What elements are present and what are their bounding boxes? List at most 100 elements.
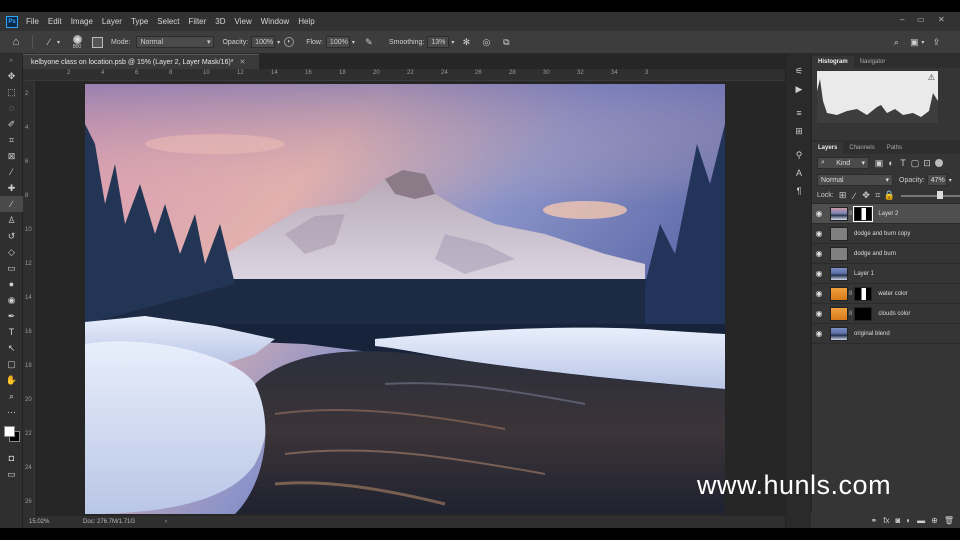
chevron-right-icon[interactable]: › [165, 519, 167, 525]
trash-icon[interactable]: 🗑 [944, 516, 954, 525]
gradient-tool-icon[interactable]: ▭ [0, 260, 23, 276]
minimize-button[interactable]: – [900, 15, 904, 24]
zoom-tool-icon[interactable]: ⌕ [0, 388, 23, 404]
layer-mask-thumbnail[interactable] [854, 306, 873, 321]
flow-input[interactable]: 100% [325, 36, 350, 48]
collapse-toolbar-icon[interactable]: » [0, 54, 22, 68]
menu-image[interactable]: Image [71, 17, 93, 26]
eye-icon[interactable]: ◉ [812, 269, 826, 278]
share-icon[interactable]: ⇪ [930, 36, 942, 48]
filter-smart-icon[interactable]: ⊡ [921, 157, 933, 169]
filter-pixel-icon[interactable]: ▣ [873, 157, 885, 169]
eraser-tool-icon[interactable]: ◇ [0, 244, 23, 260]
brush-panel-icon[interactable]: ⚲ [786, 146, 812, 164]
menu-window[interactable]: Window [261, 17, 289, 26]
paragraph-panel-icon[interactable]: ¶ [786, 182, 812, 200]
chevron-down-icon[interactable]: ▾ [451, 39, 454, 46]
fill-slider-handle[interactable] [937, 190, 944, 199]
more-tools-icon[interactable]: ⋯ [0, 404, 23, 420]
properties-panel-icon[interactable]: ⊞ [786, 122, 812, 140]
eye-icon[interactable]: ◉ [812, 249, 826, 258]
smoothing-input[interactable]: 13% [427, 36, 450, 48]
mode-dropdown[interactable]: Normal ▾ [136, 36, 215, 48]
lock-artboard-icon[interactable]: ⌗ [872, 190, 884, 202]
dodge-tool-icon[interactable]: ◉ [0, 292, 23, 308]
hand-tool-icon[interactable]: ✋ [0, 372, 23, 388]
tab-histogram[interactable]: Histogram [812, 56, 854, 68]
layer-row[interactable]: ◉ 8 clouds color [812, 304, 960, 324]
new-layer-icon[interactable]: ⊕ [931, 516, 938, 525]
crop-tool-icon[interactable]: ⌗ [0, 132, 23, 148]
canvas-image[interactable] [85, 84, 725, 514]
airbrush-icon[interactable]: ✎ [363, 36, 375, 48]
brush-preset-icon[interactable]: ∕ [43, 36, 55, 48]
history-brush-tool-icon[interactable]: ↺ [0, 228, 23, 244]
layer-thumbnail[interactable] [830, 266, 848, 281]
mask-link-icon[interactable]: 8 [849, 311, 852, 317]
layer-row[interactable]: ◉ dodge and burn copy [812, 224, 960, 244]
chevron-down-icon[interactable]: ▾ [949, 177, 952, 184]
quick-select-tool-icon[interactable]: ✐ [0, 116, 23, 132]
layer-row[interactable]: ◉ 8 Layer 2 [812, 204, 960, 224]
lasso-tool-icon[interactable]: ◌ [0, 100, 23, 116]
layer-mask-thumbnail[interactable] [854, 286, 873, 301]
layer-opacity-input[interactable]: 47% [926, 174, 947, 186]
eye-icon[interactable]: ◉ [812, 229, 826, 238]
color-swatches[interactable] [0, 420, 22, 450]
brush-size-picker[interactable]: 800 [70, 34, 84, 50]
layer-thumbnail[interactable] [830, 226, 848, 241]
foreground-color[interactable] [4, 426, 15, 437]
close-tab-icon[interactable]: ✕ [239, 58, 245, 66]
pressure-opacity-icon[interactable]: ◐ [284, 37, 295, 47]
layer-row[interactable]: ◉ original blend [812, 324, 960, 344]
warning-icon[interactable]: ⚠ [928, 73, 935, 82]
filter-kind-dropdown[interactable]: ⌕ Kind ▾ [817, 157, 869, 169]
blur-tool-icon[interactable]: ● [0, 276, 23, 292]
brush-settings-icon[interactable] [92, 36, 104, 48]
eyedropper-tool-icon[interactable]: ⁄ [0, 164, 23, 180]
fx-icon[interactable]: fx [883, 516, 889, 525]
zoom-level[interactable]: 15.02% [29, 519, 73, 525]
filter-shape-icon[interactable]: ▢ [909, 157, 921, 169]
home-icon[interactable]: ⌂ [10, 36, 22, 48]
menu-filter[interactable]: Filter [189, 17, 207, 26]
blend-mode-dropdown[interactable]: Normal ▾ [817, 174, 893, 186]
layer-row[interactable]: ◉ 8 water color [812, 284, 960, 304]
eye-icon[interactable]: ◉ [812, 329, 826, 338]
filter-adjustment-icon[interactable]: ◐ [885, 157, 897, 169]
search-icon[interactable]: ⌕ [890, 36, 902, 48]
menu-file[interactable]: File [26, 17, 39, 26]
layer-thumbnail[interactable] [830, 206, 848, 221]
fill-slider[interactable] [901, 190, 960, 199]
layer-row[interactable]: ◉ dodge and burn [812, 244, 960, 264]
doc-info[interactable]: Doc: 276.7M/1.71G [83, 519, 135, 525]
menu-3d[interactable]: 3D [215, 17, 225, 26]
angle-icon[interactable]: ◎ [480, 36, 492, 48]
layer-thumbnail[interactable] [830, 306, 848, 321]
rectangle-tool-icon[interactable]: ▢ [0, 356, 23, 372]
menu-select[interactable]: Select [157, 17, 179, 26]
vertical-ruler[interactable]: 2 4 6 8 10 12 14 16 18 20 22 24 26 [23, 81, 35, 528]
chevron-down-icon[interactable]: ▾ [352, 39, 355, 46]
tab-paths[interactable]: Paths [881, 142, 908, 154]
chevron-down-icon[interactable]: ▾ [57, 39, 60, 46]
close-window-button[interactable]: ✕ [938, 15, 945, 24]
menu-help[interactable]: Help [298, 17, 314, 26]
link-layers-icon[interactable]: ⚭ [871, 516, 878, 525]
lock-all-icon[interactable]: 🔒 [884, 190, 896, 202]
adjustments-panel-icon[interactable]: ≡ [786, 104, 812, 122]
eye-icon[interactable]: ◉ [812, 209, 826, 218]
layer-row[interactable]: ◉ Layer 1 [812, 264, 960, 284]
lock-transparent-icon[interactable]: ⊞ [837, 190, 849, 202]
brush-settings-panel-icon[interactable]: ⚟ [786, 62, 812, 80]
document-tab[interactable]: kelbyone class on location.psb @ 15% (La… [23, 54, 259, 69]
character-panel-icon[interactable]: A [786, 164, 812, 182]
layer-thumbnail[interactable] [830, 246, 848, 261]
lock-position-icon[interactable]: ✥ [860, 190, 872, 202]
type-tool-icon[interactable]: T [0, 324, 23, 340]
tab-layers[interactable]: Layers [812, 142, 844, 154]
chevron-down-icon[interactable]: ▾ [277, 39, 280, 46]
quick-mask-icon[interactable]: ◘ [0, 450, 23, 466]
frame-tool-icon[interactable]: ⊠ [0, 148, 23, 164]
marquee-tool-icon[interactable]: ⬚ [0, 84, 23, 100]
